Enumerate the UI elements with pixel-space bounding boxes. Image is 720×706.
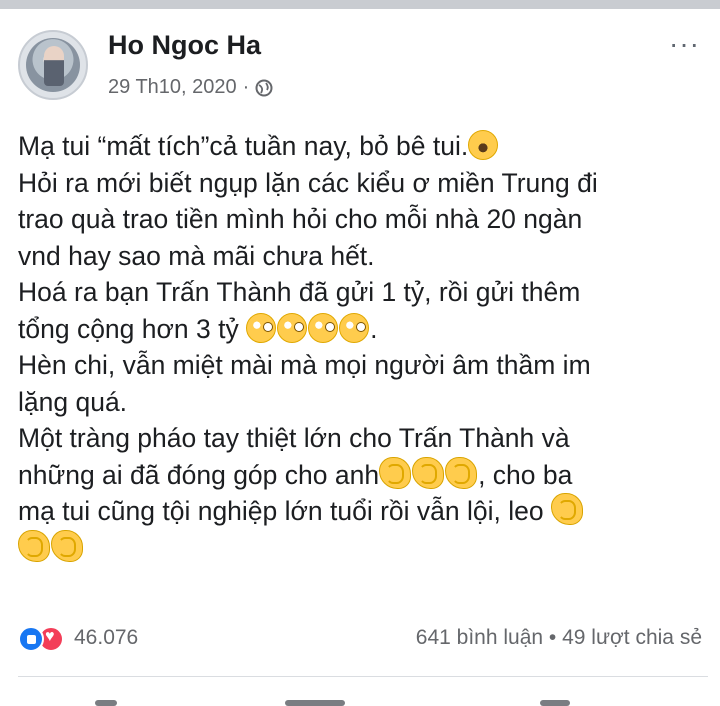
flushed-emoji [339, 312, 370, 343]
post-line: Một tràng pháo tay thiệt lớn cho Trấn Th… [18, 423, 570, 453]
action-divider [18, 676, 708, 677]
post-line: mạ tui cũng tội nghiệp lớn tuổi rồi vẫn … [18, 493, 708, 530]
author-name[interactable]: Ho Ngoc Ha [108, 30, 261, 61]
like-action-icon[interactable] [95, 700, 117, 706]
more-options-button[interactable]: ··· [669, 30, 700, 58]
post-line: trao quà trao tiền mình hỏi cho mỗi nhà … [18, 204, 583, 234]
post-line: tổng cộng hơn 3 tỷ . [18, 312, 378, 344]
post-line: Hèn chi, vẫn miệt mài mà mọi người âm th… [18, 350, 591, 380]
top-edge-bar [0, 0, 720, 9]
comment-action-icon[interactable] [285, 700, 345, 706]
post-meta: 29 Th10, 2020 · [108, 76, 273, 99]
avatar[interactable] [18, 30, 88, 100]
like-icon [18, 626, 44, 652]
reaction-icons[interactable] [18, 626, 66, 652]
post-line: vnd hay sao mà mãi chưa hết. [18, 240, 375, 271]
avatar-figure [44, 46, 64, 86]
flushed-emoji [277, 312, 308, 343]
clapping-emoji [445, 456, 478, 489]
clapping-emoji [18, 529, 50, 562]
post-line [18, 529, 708, 567]
meta-separator: · [242, 76, 250, 98]
flushed-emoji [246, 312, 277, 343]
clapping-emoji [412, 456, 445, 489]
post-line: Mạ tui “mất tích”cả tuần nay, bỏ bê tui. [18, 128, 708, 165]
post-body: Mạ tui “mất tích”cả tuần nay, bỏ bê tui.… [18, 128, 708, 566]
clapping-emoji [550, 493, 583, 525]
post-line: Hỏi ra mới biết ngụp lặn các kiểu ơ miền… [18, 167, 598, 198]
share-action-icon[interactable] [540, 700, 570, 706]
reaction-count[interactable]: 46.076 [74, 626, 138, 650]
clapping-emoji [379, 456, 412, 489]
flushed-emoji [308, 312, 339, 343]
post-header: Ho Ngoc Ha 29 Th10, 2020 · ··· [18, 28, 708, 108]
post-line: những ai đã đóng góp cho anh, cho ba [18, 456, 708, 494]
clapping-emoji [51, 529, 83, 562]
laughing-emoji [468, 130, 499, 160]
reactions-row: 46.076 641 bình luận • 49 lượt chia sẻ [18, 624, 708, 654]
post-line: lặng quá. [18, 386, 128, 417]
post-line: Hoá ra bạn Trấn Thành đã gửi 1 tỷ, rồi g… [18, 277, 581, 307]
comments-shares-stats[interactable]: 641 bình luận • 49 lượt chia sẻ [416, 626, 702, 650]
globe-icon[interactable] [255, 79, 273, 97]
post-timestamp[interactable]: 29 Th10, 2020 [108, 76, 237, 99]
